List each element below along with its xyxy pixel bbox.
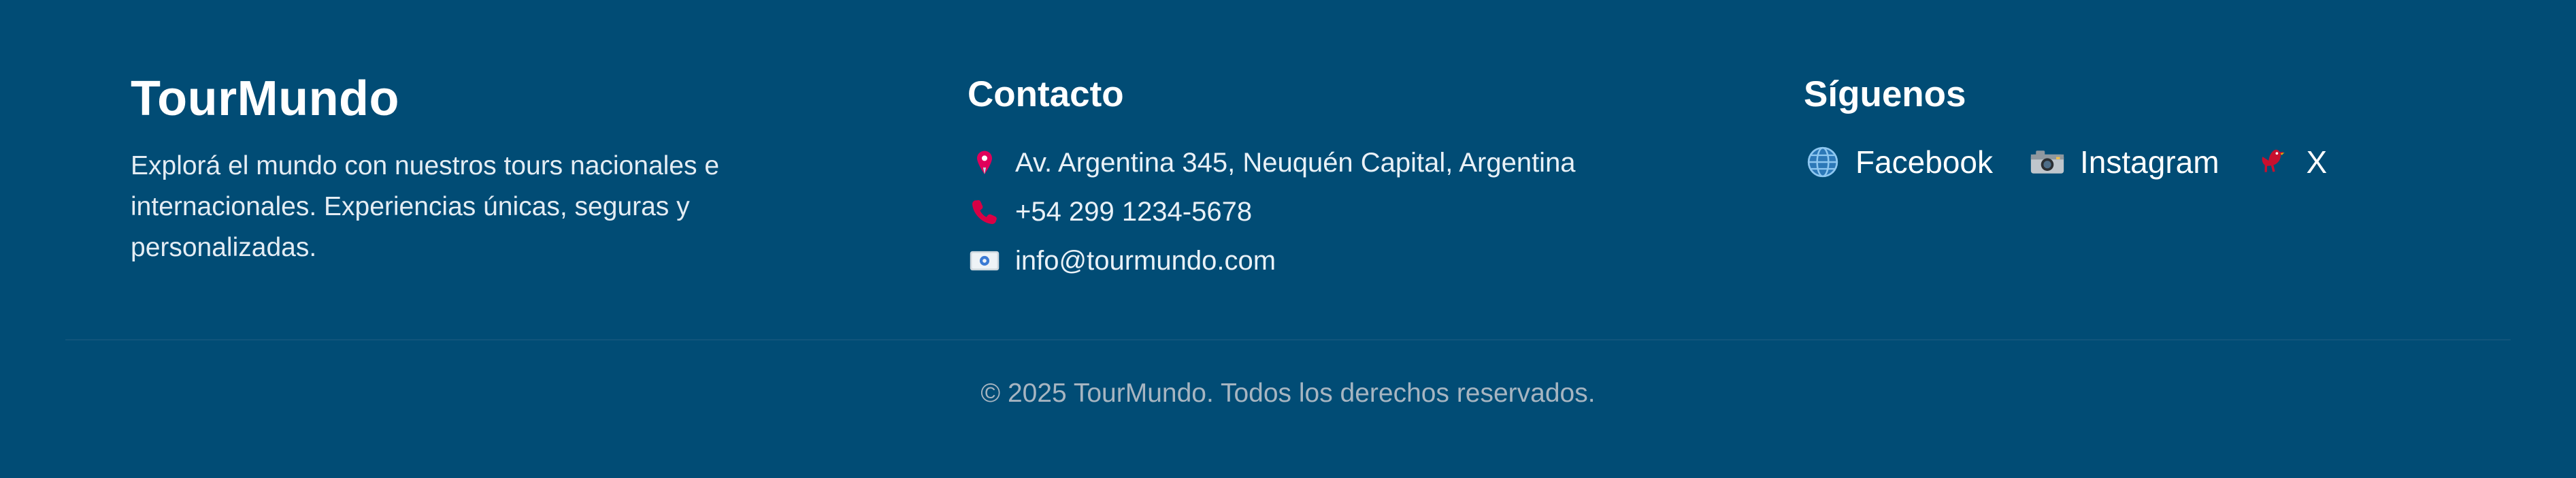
email-icon — [968, 244, 1002, 278]
copyright-text: © 2025 TourMundo. Todos los derechos res… — [980, 379, 1596, 408]
globe-icon — [1804, 143, 1842, 181]
brand-description: Explorá el mundo con nuestros tours naci… — [131, 151, 720, 262]
contact-title: Contacto — [968, 74, 1124, 114]
instagram-link[interactable]: Instagram — [2028, 142, 2219, 182]
contact-list: Av. Argentina 345, Neuquén Capital, Arge… — [968, 138, 1576, 285]
contact-address-text: Av. Argentina 345, Neuquén Capital, Arge… — [1015, 147, 1576, 178]
contact-phone-text: +54 299 1234-5678 — [1015, 196, 1253, 227]
location-pin-icon — [968, 146, 1002, 180]
x-link[interactable]: X — [2255, 142, 2328, 182]
contact-email-text: info@tourmundo.com — [1015, 245, 1276, 276]
facebook-label: Facebook — [1855, 144, 1994, 180]
facebook-link[interactable]: Facebook — [1804, 142, 1993, 182]
social-title: Síguenos — [1804, 74, 1966, 114]
brand-title: TourMundo — [131, 71, 400, 126]
instagram-label: Instagram — [2080, 144, 2219, 180]
x-label: X — [2306, 144, 2328, 180]
social-links: Facebook Instagram X — [1804, 142, 2362, 182]
camera-icon — [2028, 143, 2066, 181]
contact-address: Av. Argentina 345, Neuquén Capital, Arge… — [968, 138, 1576, 187]
bird-icon — [2255, 143, 2293, 181]
site-footer: TourMundo Explorá el mundo con nuestros … — [0, 0, 2576, 478]
phone-icon — [968, 195, 1002, 229]
contact-email[interactable]: info@tourmundo.com — [968, 236, 1576, 285]
footer-columns: TourMundo Explorá el mundo con nuestros … — [65, 0, 2511, 339]
contact-phone[interactable]: +54 299 1234-5678 — [968, 187, 1576, 236]
footer-divider — [65, 339, 2511, 340]
